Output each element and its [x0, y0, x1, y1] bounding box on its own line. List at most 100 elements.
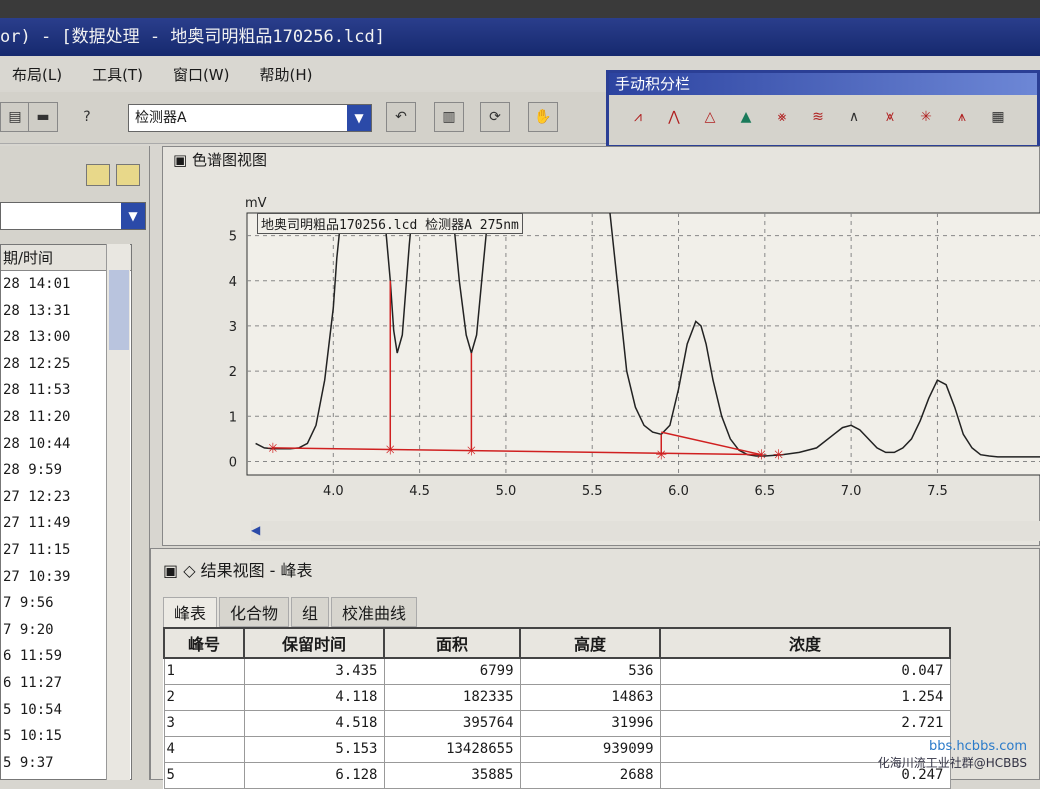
left-combo[interactable]: ▼	[0, 202, 146, 230]
table-cell: 6799	[383, 657, 521, 685]
y-tick-label: 3	[229, 320, 237, 335]
detector-select[interactable]: 检测器A ▼	[128, 104, 372, 132]
table-cell: 3	[163, 709, 245, 737]
table-cell: 1	[163, 657, 245, 685]
x-tick-label: 4.0	[323, 484, 344, 499]
result-view-title: ▣ ◇ 结果视图 - 峰表	[163, 561, 313, 580]
chromatogram-chart: 4.0 4.5 5.0 5.5 6.0 6.5 7.0 7.5 0 1 2 3 4 5 mV ✳ ✳ ✳ ✳ ✳ ✳	[229, 196, 1040, 499]
table-cell: 395764	[383, 709, 521, 737]
peak-marker-glyph: ✳	[756, 448, 768, 464]
peak-table: 峰号 保留时间 面积 高度 浓度 1 3.435 6799 536 0.047 2 4.11…	[163, 627, 951, 789]
col-concentration[interactable]: 浓度	[659, 627, 951, 659]
menu-layout[interactable]: 布局(L)	[12, 64, 62, 85]
peak-marker-glyph: ✳	[773, 448, 785, 464]
table-icon[interactable]: ▤	[0, 102, 30, 132]
scroll-left-icon[interactable]: ◀	[251, 523, 269, 539]
table-cell: 14863	[519, 683, 661, 711]
menu-window[interactable]: 窗口(W)	[173, 64, 230, 85]
x-tick-label: 4.5	[409, 484, 430, 499]
table-row[interactable]: 5 6.128 35885 2688 0.247	[163, 761, 951, 789]
cut-peak-icon[interactable]: ⨳	[767, 109, 797, 131]
table-cell: 939099	[519, 735, 661, 763]
y-tick-label: 4	[229, 275, 237, 290]
y-tick-label: 2	[229, 365, 237, 380]
chevron-down-icon[interactable]: ▼	[347, 105, 371, 131]
grid-icon[interactable]: ▦	[983, 109, 1013, 131]
result-view: ▣ ◇ 结果视图 - 峰表 峰表 化合物 组 校准曲线 峰号 保留时间 面积 高…	[150, 548, 1040, 789]
tab-compounds[interactable]: 化合物	[219, 597, 290, 627]
menu-tools[interactable]: 工具(T)	[92, 64, 143, 85]
single-peak-icon[interactable]: ∧	[839, 109, 869, 131]
col-peak-no[interactable]: 峰号	[163, 627, 245, 659]
watermark-text: 化海川流工业社群@HCBBS	[877, 756, 1027, 770]
trace-label: 地奥司明粗品170256.lcd 检测器A 275nm	[257, 213, 523, 234]
wave-icon[interactable]: ≋	[803, 109, 833, 131]
result-tabs: 峰表 化合物 组 校准曲线	[163, 597, 418, 627]
scroll-thumb[interactable]	[109, 270, 129, 350]
x-tick-label: 7.0	[841, 484, 862, 499]
table-cell: 1.254	[659, 683, 951, 711]
folder-icon[interactable]	[86, 164, 110, 186]
integration-panel-title: 手动积分栏	[609, 73, 1037, 95]
plot-area	[246, 212, 1040, 476]
table-cell: 13428655	[383, 735, 521, 763]
open-folder-icon[interactable]	[116, 164, 140, 186]
x-tick-label: 5.0	[496, 484, 517, 499]
peak-marker-glyph: ✳	[655, 448, 667, 464]
peak-marker-glyph: ✳	[384, 442, 396, 458]
integrate-peak-icon[interactable]: ⩘	[623, 109, 653, 131]
menu-help[interactable]: 帮助(H)	[259, 64, 312, 85]
table-cell: 2.721	[659, 709, 951, 737]
list-scrollbar[interactable]	[106, 244, 130, 780]
top-bezel	[0, 0, 1040, 18]
col-height[interactable]: 高度	[519, 627, 661, 659]
split-peak-icon[interactable]: ⋀	[659, 109, 689, 131]
table-row[interactable]: 4 5.153 13428655 939099	[163, 735, 951, 763]
undo-icon[interactable]: ↶	[386, 102, 416, 132]
table-cell: 5.153	[243, 735, 385, 763]
manual-integration-panel: 手动积分栏 ⩘ ⋀ △ ▲ ⨳ ≋ ∧ ⩙ ✳ ⩚ ▦	[606, 70, 1040, 148]
fill-peak-icon[interactable]: ▲	[731, 109, 761, 131]
table-cell: 6.128	[243, 761, 385, 789]
table-row[interactable]: 3 4.518 395764 31996 2.721	[163, 709, 951, 737]
watermark-url: bbs.hcbbs.com	[929, 739, 1027, 754]
y-tick-label: 1	[229, 410, 237, 425]
col-retention-time[interactable]: 保留时间	[243, 627, 385, 659]
table-row[interactable]: 1 3.435 6799 536 0.047	[163, 657, 951, 685]
x-tick-label: 5.5	[582, 484, 603, 499]
tab-peak-table[interactable]: 峰表	[163, 597, 218, 627]
help-button[interactable]: ?	[72, 102, 102, 132]
col-area[interactable]: 面积	[383, 627, 521, 659]
table-cell: 3.435	[243, 657, 385, 685]
table-cell: 0.047	[659, 657, 951, 685]
peak-marker-glyph: ✳	[267, 441, 279, 457]
save-icon[interactable]: ▬	[28, 102, 58, 132]
tab-groups[interactable]: 组	[291, 597, 330, 627]
chevron-down-icon[interactable]: ▼	[121, 203, 145, 229]
table-cell: 35885	[383, 761, 521, 789]
tab-calibration[interactable]: 校准曲线	[331, 597, 418, 627]
x-tick-label: 6.0	[668, 484, 689, 499]
peak-marker-glyph: ✳	[466, 443, 478, 459]
table-cell: 182335	[383, 683, 521, 711]
shoulder-peak-icon[interactable]: ⩚	[947, 109, 977, 131]
refresh-icon[interactable]: ⟳	[480, 102, 510, 132]
x-tick-label: 7.5	[927, 484, 948, 499]
detector-value: 检测器A	[135, 110, 187, 126]
table-cell: 2688	[519, 761, 661, 789]
watermark: bbs.hcbbs.com 化海川流工业社群@HCBBS	[878, 739, 1027, 771]
star-peak-icon[interactable]: ✳	[911, 109, 941, 131]
chromatogram-view: ▣ 色谱图视图 4.0 4.5 5.0 5.5 6.0 6.5 7.0 7.5 0 1 2 3 4 5 mV…	[162, 146, 1040, 546]
table-cell: 536	[519, 657, 661, 685]
print-icon[interactable]: ▥	[434, 102, 464, 132]
chart-scrollbar[interactable]: ◀	[251, 521, 1040, 541]
x-tick-label: 6.5	[754, 484, 775, 499]
window-title: or) - [数据处理 - 地奥司明粗品170256.lcd]	[0, 18, 1040, 56]
baseline-peak-icon[interactable]: △	[695, 109, 725, 131]
table-cell: 4.518	[243, 709, 385, 737]
table-row[interactable]: 2 4.118 182335 14863 1.254	[163, 683, 951, 711]
table-cell: 5	[163, 761, 245, 789]
multi-peak-icon[interactable]: ⩙	[875, 109, 905, 131]
tool-icon[interactable]: ✋	[528, 102, 558, 132]
table-cell: 2	[163, 683, 245, 711]
